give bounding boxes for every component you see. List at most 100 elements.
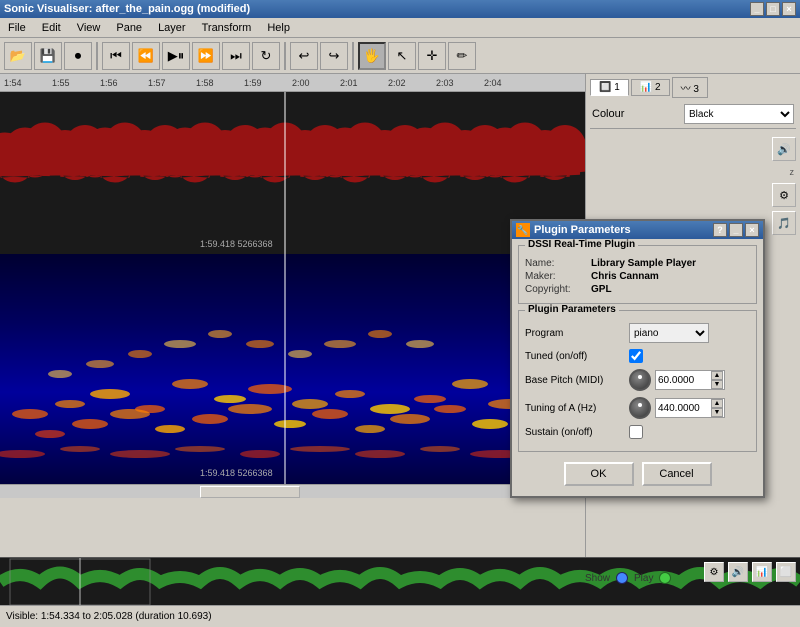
undo-button[interactable]: ↩ [290, 42, 318, 70]
tuned-row: Tuned (on/off) [525, 349, 750, 363]
sep2 [284, 42, 286, 70]
minimize-button[interactable]: _ [750, 2, 764, 16]
tick-1: 1:55 [52, 78, 70, 88]
sep3 [352, 42, 354, 70]
maximize-button[interactable]: □ [766, 2, 780, 16]
spectrogram-display[interactable]: 1:59.418 5266368 [0, 254, 585, 484]
name-row: Name: Library Sample Player [525, 258, 750, 269]
horizontal-scrollbar[interactable] [0, 484, 585, 498]
program-select[interactable]: piano organ strings guitar [629, 323, 709, 343]
colour-label: Colour [592, 108, 678, 120]
tick-10: 2:04 [484, 78, 502, 88]
status-bar: Visible: 1:54.334 to 2:05.028 (duration … [0, 605, 800, 627]
plugin-params-label: Plugin Parameters [525, 304, 619, 315]
dialog-help-button[interactable]: ? [713, 223, 727, 237]
dialog-buttons: OK Cancel [518, 458, 757, 490]
main-area: 1:54 1:55 1:56 1:57 1:58 1:59 2:00 2:01 … [0, 74, 800, 557]
select-tool-button[interactable]: ↖ [388, 42, 416, 70]
name-val: Library Sample Player [591, 258, 696, 269]
copyright-val: GPL [591, 284, 612, 295]
save-button[interactable]: 💾 [34, 42, 62, 70]
base-pitch-spinbox[interactable]: ▲ ▼ [655, 370, 725, 390]
menu-edit[interactable]: Edit [38, 20, 65, 36]
dialog-minimize-button[interactable]: _ [729, 223, 743, 237]
dssi-group-label: DSSI Real-Time Plugin [525, 239, 638, 250]
dialog-body: DSSI Real-Time Plugin Name: Library Samp… [512, 239, 763, 496]
draw-tool-button[interactable]: ✏ [448, 42, 476, 70]
menu-layer[interactable]: Layer [154, 20, 190, 36]
title-bar-buttons: _ □ × [750, 2, 796, 16]
menu-pane[interactable]: Pane [112, 20, 146, 36]
menu-transform[interactable]: Transform [198, 20, 256, 36]
loop-button[interactable]: ↻ [252, 42, 280, 70]
program-label: Program [525, 328, 625, 339]
base-pitch-spinner-btns: ▲ ▼ [711, 371, 723, 389]
pointer-tool-button[interactable]: 🖐 [358, 42, 386, 70]
close-button[interactable]: × [782, 2, 796, 16]
cancel-button[interactable]: Cancel [642, 462, 712, 486]
tuned-checkbox[interactable] [629, 349, 643, 363]
base-pitch-knob[interactable] [629, 369, 651, 391]
base-pitch-up[interactable]: ▲ [711, 371, 723, 380]
tuning-a-label: Tuning of A (Hz) [525, 403, 625, 414]
sustain-checkbox[interactable] [629, 425, 643, 439]
ok-button[interactable]: OK [564, 462, 634, 486]
back-button[interactable]: ⏪ [132, 42, 160, 70]
sustain-label: Sustain (on/off) [525, 427, 625, 438]
show-label: Show [585, 573, 610, 584]
base-pitch-down[interactable]: ▼ [711, 380, 723, 389]
end-button[interactable]: ⏭ [222, 42, 250, 70]
overview-btn-1[interactable]: ⚙ [704, 562, 724, 582]
tuning-a-knob[interactable] [629, 397, 651, 419]
play-label: Play [634, 573, 653, 584]
menu-file[interactable]: File [4, 20, 30, 36]
tick-9: 2:03 [436, 78, 454, 88]
overview-bar[interactable]: ⚙ 🔊 📊 ⬜ Show Play [0, 557, 800, 605]
rewind-button[interactable]: ⏮ [102, 42, 130, 70]
waveform-display[interactable]: 1:59.418 5266368 [0, 92, 585, 254]
forward-button[interactable]: ⏩ [192, 42, 220, 70]
tuned-label: Tuned (on/off) [525, 351, 625, 362]
tuning-a-spinbox[interactable]: ▲ ▼ [655, 398, 725, 418]
program-row: Program piano organ strings guitar [525, 323, 750, 343]
overview-btn-3[interactable]: 📊 [752, 562, 772, 582]
play-pause-button[interactable]: ▶⏸ [162, 42, 190, 70]
colour-row: Colour Black White Red Blue Green [586, 100, 800, 128]
tick-8: 2:02 [388, 78, 406, 88]
tuning-a-spinner-btns: ▲ ▼ [711, 399, 723, 417]
right-btn-1[interactable]: 🔊 [772, 137, 796, 161]
waveform-svg: 1:59.418 5266368 [0, 92, 585, 254]
open-button[interactable]: 📂 [4, 42, 32, 70]
tuning-a-input[interactable] [656, 399, 711, 417]
tuning-a-up[interactable]: ▲ [711, 399, 723, 408]
sep1 [96, 42, 98, 70]
record-button[interactable]: ⏺ [64, 42, 92, 70]
tuning-a-down[interactable]: ▼ [711, 408, 723, 417]
title-bar: Sonic Visualiser: after_the_pain.ogg (mo… [0, 0, 800, 18]
play-indicator[interactable] [659, 572, 671, 584]
redo-button[interactable]: ↪ [320, 42, 348, 70]
tab-1[interactable]: 🔲 1 [590, 79, 629, 96]
dssi-group: DSSI Real-Time Plugin Name: Library Samp… [518, 245, 757, 304]
dialog-close-button[interactable]: × [745, 223, 759, 237]
colour-select[interactable]: Black White Red Blue Green [684, 104, 794, 124]
right-btn-2[interactable]: ⚙ [772, 183, 796, 207]
toolbar: 📂 💾 ⏺ ⏮ ⏪ ▶⏸ ⏩ ⏭ ↻ ↩ ↪ 🖐 ↖ ✛ ✏ [0, 38, 800, 74]
menu-view[interactable]: View [73, 20, 105, 36]
maker-val: Chris Cannam [591, 271, 659, 282]
tab-3[interactable]: 〰 3 [672, 77, 708, 98]
tick-7: 2:01 [340, 78, 358, 88]
move-tool-button[interactable]: ✛ [418, 42, 446, 70]
tick-2: 1:56 [100, 78, 118, 88]
dialog-title: Plugin Parameters [534, 224, 631, 236]
overview-btn-4[interactable]: ⬜ [776, 562, 796, 582]
overview-btn-2[interactable]: 🔊 [728, 562, 748, 582]
tab-2[interactable]: 📊 2 [631, 79, 670, 96]
menu-help[interactable]: Help [263, 20, 294, 36]
show-indicator[interactable] [616, 572, 628, 584]
tick-4: 1:58 [196, 78, 214, 88]
dialog-title-bar[interactable]: 🔧 Plugin Parameters ? _ × [512, 221, 763, 239]
scrollbar-thumb[interactable] [200, 486, 300, 498]
right-btn-3[interactable]: 🎵 [772, 211, 796, 235]
base-pitch-input[interactable] [656, 371, 711, 389]
